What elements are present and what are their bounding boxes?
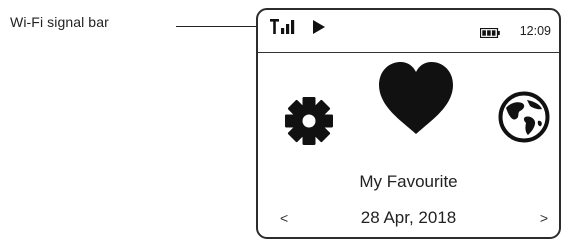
device-screen: 12:09 My Favourite < 28 Apr, 2018 > xyxy=(256,8,561,239)
date-bar: < 28 Apr, 2018 > xyxy=(258,208,559,230)
gear-icon[interactable] xyxy=(283,95,335,152)
status-clock: 12:09 xyxy=(519,24,551,38)
callout-label: Wi-Fi signal bar xyxy=(10,14,109,30)
next-arrow-button[interactable]: > xyxy=(540,210,548,226)
wifi-signal-bars-icon xyxy=(270,19,302,34)
callout-leader-line xyxy=(176,26,268,28)
menu-item-label: My Favourite xyxy=(359,172,458,191)
battery-icon xyxy=(479,25,500,43)
heart-icon[interactable] xyxy=(376,60,456,141)
status-bar: 12:09 xyxy=(258,10,559,53)
play-icon xyxy=(313,20,325,34)
globe-icon[interactable] xyxy=(498,91,550,148)
current-date: 28 Apr, 2018 xyxy=(360,208,457,227)
